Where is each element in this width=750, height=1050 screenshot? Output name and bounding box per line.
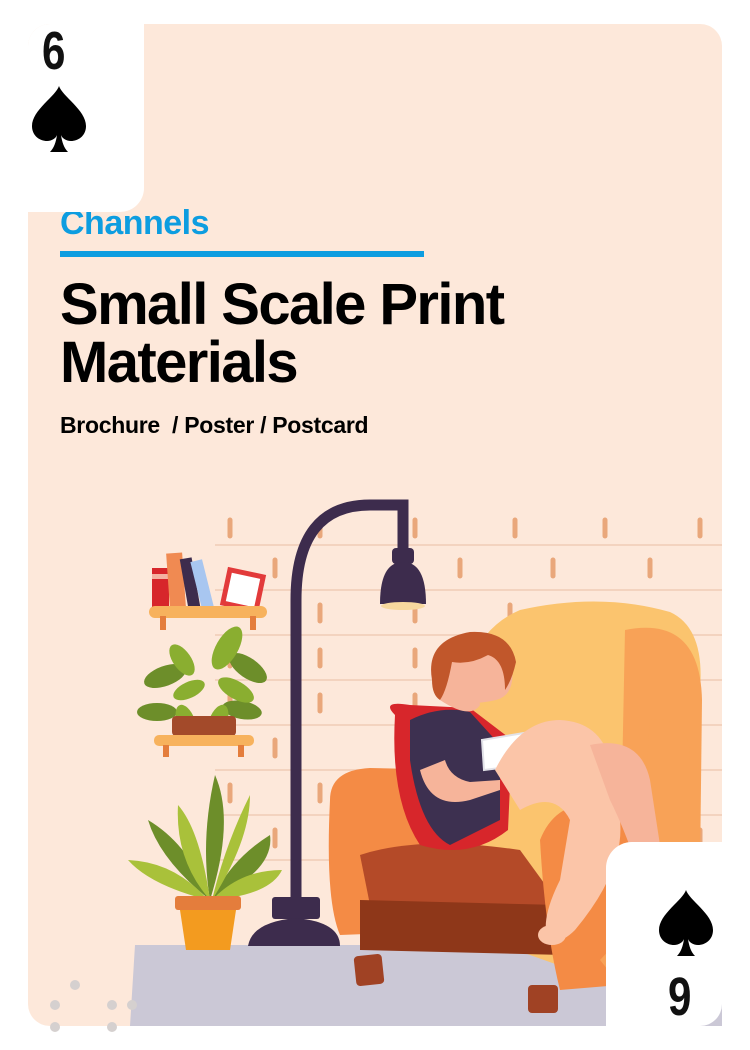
card-subtitle: Brochure / Poster / Postcard <box>60 412 369 438</box>
card-rank-bottom: 9 <box>668 967 692 1027</box>
spade-icon <box>659 890 713 956</box>
floor-plant-icon <box>128 775 282 950</box>
category-underline <box>60 251 424 257</box>
card-title: Small Scale Print Materials <box>60 272 505 395</box>
spade-icon <box>32 86 86 152</box>
bookshelf-icon <box>149 552 267 630</box>
potted-plant-icon <box>137 626 267 757</box>
decor-dots <box>50 980 137 1032</box>
card-rank-top: 6 <box>42 21 66 81</box>
